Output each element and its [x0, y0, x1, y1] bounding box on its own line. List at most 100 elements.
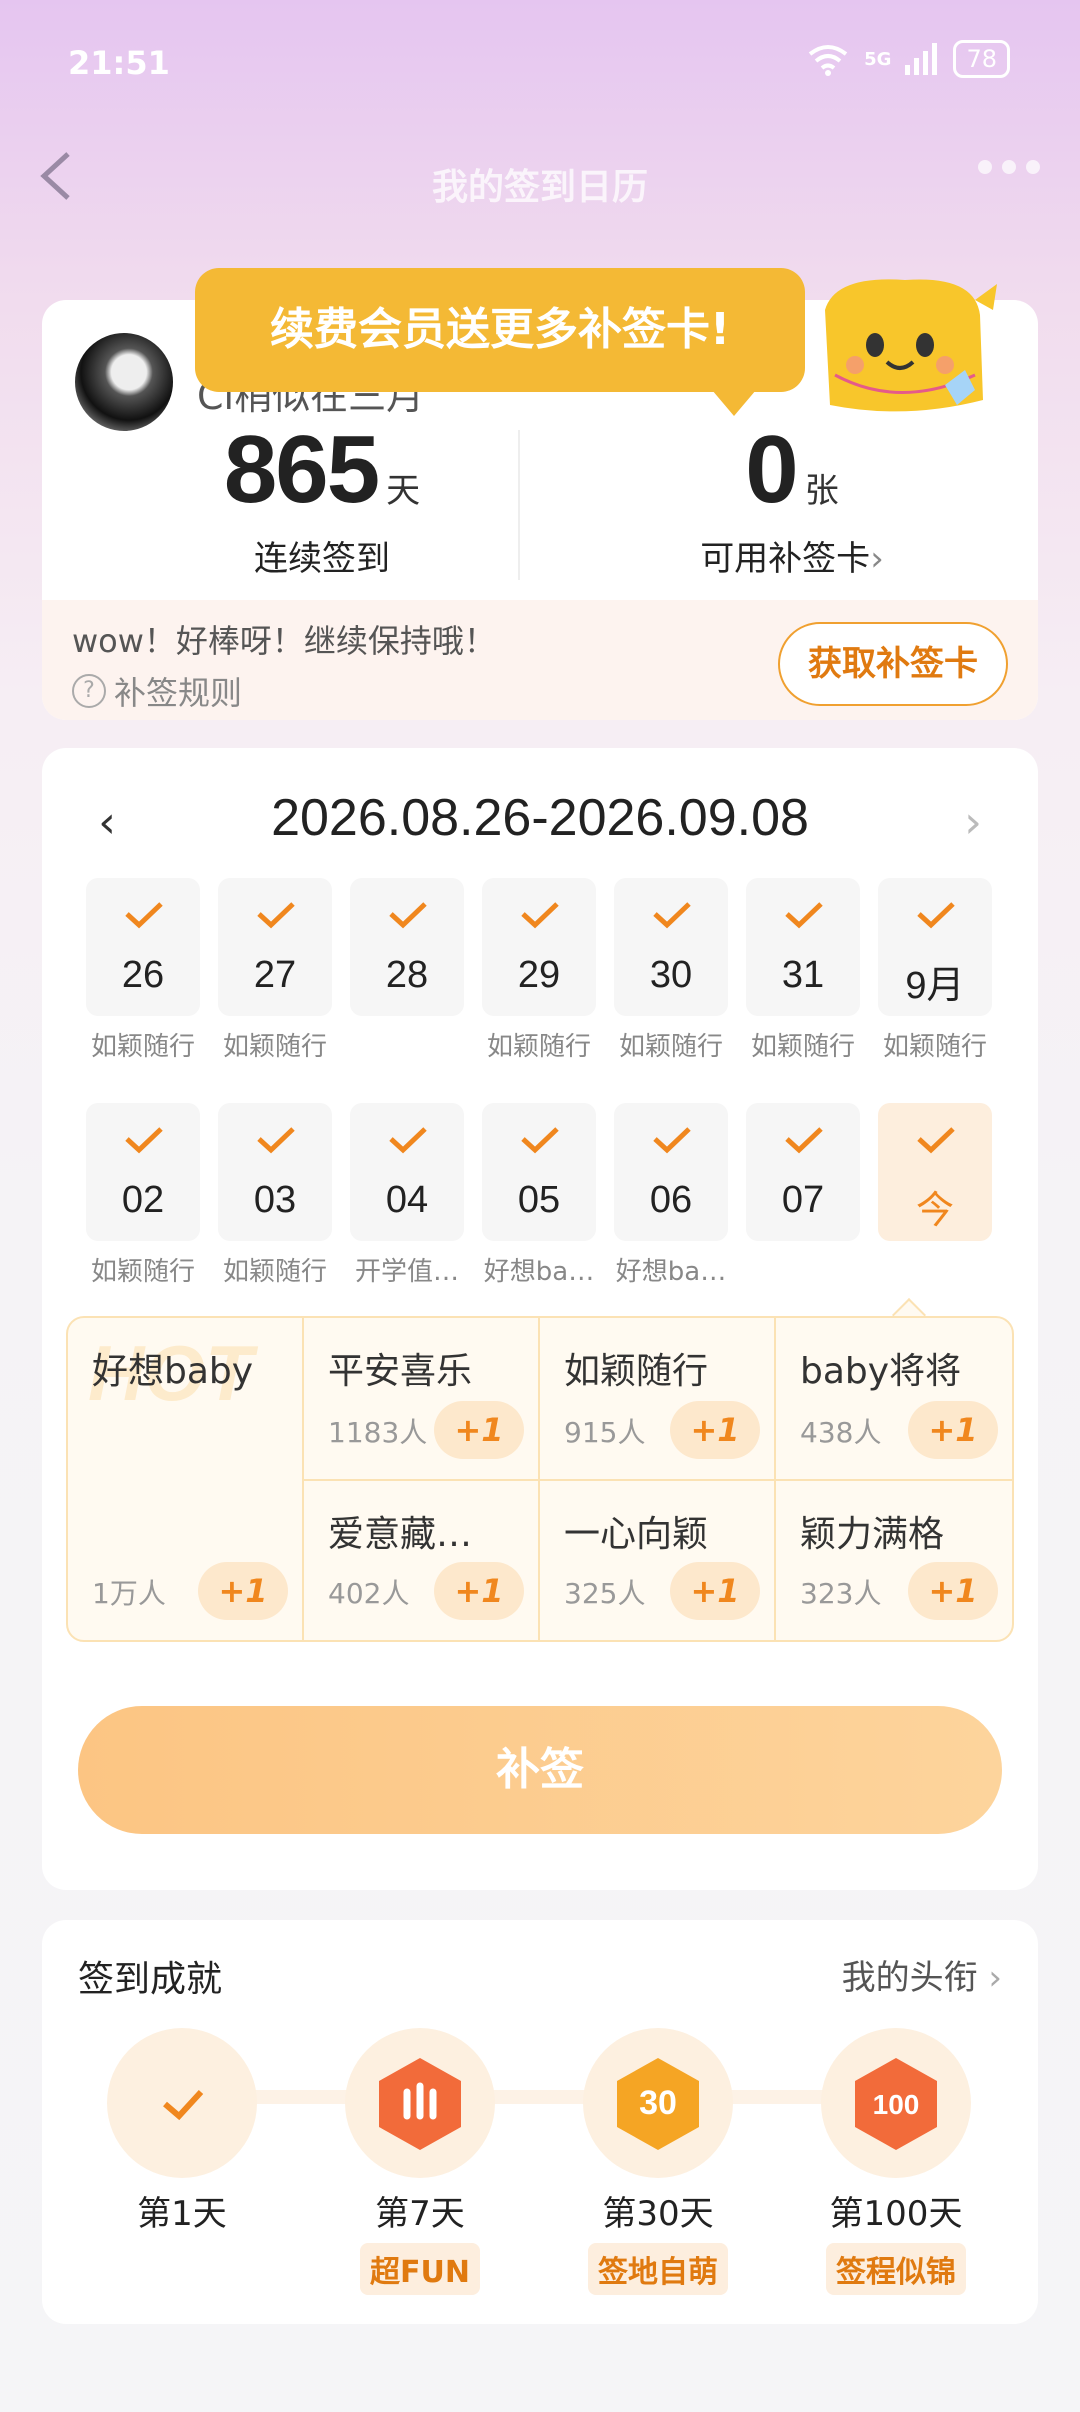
day-tag: 如颖随行	[90, 1032, 195, 1062]
more-icon[interactable]	[978, 160, 1040, 174]
day-number: 04	[385, 1179, 429, 1221]
badge-name: 签地自萌	[588, 2243, 728, 2295]
streak-days: 865	[223, 416, 380, 523]
page-title: 我的签到日历	[431, 167, 648, 208]
check-icon	[917, 1127, 955, 1154]
battery-indicator: 78	[953, 40, 1010, 78]
streak-label: 连续签到	[254, 539, 390, 579]
tag-name: 颖力满格	[800, 1514, 945, 1555]
check-icon	[653, 1127, 691, 1154]
today-cell[interactable]: 今	[878, 1103, 992, 1251]
card-unit: 张	[804, 471, 839, 511]
day-cell[interactable]: 03 如颖随行	[218, 1103, 332, 1288]
plus-one-button[interactable]: +1	[908, 1562, 998, 1620]
badge-day-1[interactable]: 第1天	[107, 2028, 257, 2235]
tag-count: 438人	[800, 1416, 882, 1449]
tag-name: 平安喜乐	[328, 1351, 473, 1392]
day-number: 27	[253, 954, 297, 996]
day-cell[interactable]: 9月如颖随行	[878, 878, 992, 1063]
avatar[interactable]	[72, 330, 176, 434]
check-icon	[653, 902, 691, 929]
member-tooltip[interactable]: 续费会员送更多补签卡!	[195, 268, 805, 392]
badge-day-30[interactable]: 30 第30天 签地自萌	[583, 2028, 733, 2295]
status-bar: 21:51 5G 78	[0, 0, 1080, 130]
signal-icon	[905, 43, 938, 75]
day-number: 06	[649, 1179, 693, 1221]
day-cell[interactable]: 31 如颖随行	[746, 878, 860, 1063]
my-titles-link[interactable]: 我的头衔 ›	[842, 1950, 1002, 1999]
check-icon	[389, 902, 427, 929]
day-cell[interactable]: 27 如颖随行	[218, 878, 332, 1063]
badge-day: 第100天	[829, 2194, 963, 2234]
plus-one-button[interactable]: +1	[434, 1401, 524, 1459]
tag-option[interactable]: 平安喜乐 1183人 +1	[304, 1318, 540, 1479]
day-cell[interactable]: 05 好想ba…	[482, 1103, 596, 1288]
tag-panel: HOT 好想baby 1万人 +1 平安喜乐 1183人 +1 如颖随行 915人 +1…	[66, 1316, 1014, 1642]
check-icon	[257, 902, 295, 929]
day-cell[interactable]: 30 如颖随行	[614, 878, 728, 1063]
plus-one-button[interactable]: +1	[670, 1562, 760, 1620]
encourage-text: wow！好棒呀！继续保持哦！	[72, 622, 496, 660]
badge-day: 第30天	[602, 2194, 714, 2234]
tag-count: 1183人	[328, 1416, 428, 1449]
tag-option[interactable]: 颖力满格 323人 +1	[776, 1479, 1012, 1640]
check-icon	[785, 902, 823, 929]
next-week-button[interactable]: ›	[948, 798, 998, 848]
chevron-right-icon: ›	[870, 539, 884, 579]
status-icons: 5G 78	[806, 40, 1010, 78]
day-number: 9月	[905, 965, 965, 1007]
tag-option[interactable]: baby将将 438人 +1	[776, 1318, 1012, 1479]
day-number: 28	[385, 954, 429, 996]
day-cell[interactable]: 26 如颖随行	[86, 878, 200, 1063]
day-tag: 如颖随行	[882, 1032, 987, 1062]
svg-text:100: 100	[873, 2089, 920, 2120]
plus-one-button[interactable]: +1	[198, 1562, 288, 1620]
day-number: 今	[915, 1190, 954, 1232]
streak-stat: 865 天 连续签到	[162, 415, 482, 580]
tooltip-tail	[712, 390, 756, 416]
makeup-sign-button[interactable]: 补签	[78, 1706, 1002, 1834]
cards-stat[interactable]: 0张 可用补签卡›	[602, 415, 982, 580]
get-card-button[interactable]: 获取补签卡	[778, 622, 1008, 706]
rules-label: 补签规则	[114, 674, 243, 712]
tag-name: 好想baby	[92, 1351, 254, 1392]
day-cell[interactable]: 04 开学值…	[350, 1103, 464, 1288]
chevron-right-icon: ›	[977, 1958, 1002, 1998]
tag-count: 915人	[564, 1416, 646, 1449]
wifi-icon	[808, 45, 848, 76]
badge-day-7[interactable]: 第7天 超FUN	[345, 2028, 495, 2295]
plus-one-button[interactable]: +1	[434, 1562, 524, 1620]
day-cell[interactable]: 07	[746, 1103, 860, 1251]
check-icon	[125, 1127, 163, 1154]
tag-option[interactable]: 一心向颖 325人 +1	[540, 1479, 776, 1640]
day-tag: 如颖随行	[618, 1032, 723, 1062]
plus-one-button[interactable]: +1	[908, 1401, 998, 1459]
100-days-badge-icon: 100	[855, 2058, 937, 2150]
tag-count: 325人	[564, 1577, 646, 1610]
card-label: 可用补签卡	[700, 539, 871, 579]
30-days-badge-icon: 30	[617, 2058, 699, 2150]
tag-count: 323人	[800, 1577, 882, 1610]
rules-link[interactable]: ? 补签规则	[72, 668, 242, 714]
badge-name: 签程似锦	[826, 2243, 966, 2295]
check-icon	[917, 902, 955, 929]
svg-text:30: 30	[639, 2084, 677, 2122]
day-tag: 如颖随行	[222, 1032, 327, 1062]
tag-name: 一心向颖	[564, 1514, 709, 1555]
tag-name: baby将将	[800, 1351, 962, 1392]
day-cell[interactable]: 29 如颖随行	[482, 878, 596, 1063]
day-cell[interactable]: 06 好想ba…	[614, 1103, 728, 1288]
tag-option[interactable]: 爱意藏… 402人 +1	[304, 1479, 540, 1640]
tag-count: 1万人	[92, 1577, 166, 1610]
check-icon	[257, 1127, 295, 1154]
tag-option[interactable]: 如颖随行 915人 +1	[540, 1318, 776, 1479]
badge-day-100[interactable]: 100 第100天 签程似锦	[821, 2028, 971, 2295]
plus-one-button[interactable]: +1	[670, 1401, 760, 1459]
day-number: 26	[121, 954, 165, 996]
check-icon	[785, 1127, 823, 1154]
tag-option-hot[interactable]: HOT 好想baby 1万人 +1	[68, 1318, 304, 1640]
card-count: 0	[745, 416, 798, 523]
day-cell[interactable]: 28	[350, 878, 464, 1026]
day-cell[interactable]: 02 如颖随行	[86, 1103, 200, 1288]
check-icon	[521, 902, 559, 929]
